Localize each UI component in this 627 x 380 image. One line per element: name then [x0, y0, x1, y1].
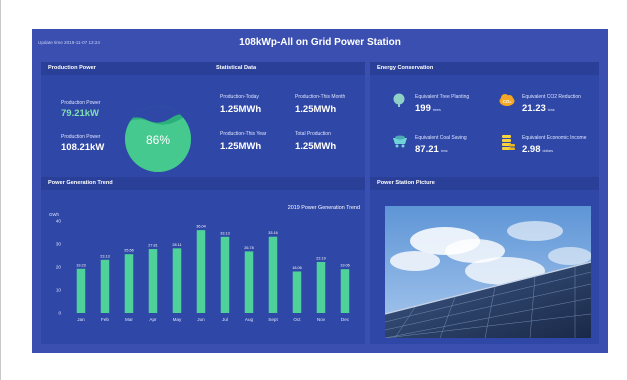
y-tick-label: 10	[56, 288, 62, 293]
bar-data-label: 23.13	[100, 254, 110, 258]
bar-data-label: 25.56	[124, 249, 134, 253]
bar-data-label: 19.23	[76, 263, 86, 267]
bar	[316, 261, 326, 313]
bar-data-label: 27.81	[148, 244, 158, 248]
card-title: Production Power	[48, 65, 96, 71]
page-edge-line	[0, 0, 1, 380]
x-tick-label: Jul	[222, 317, 228, 322]
production-capacity-label: Production Power	[61, 134, 101, 140]
bar	[268, 236, 278, 313]
y-tick-label: 40	[56, 219, 62, 224]
total-label: Total Production	[295, 131, 331, 137]
bar-data-label: 33.16	[268, 231, 278, 235]
card-header: Power Station Picture	[370, 177, 599, 190]
energy-item-label: Equivalent Tree Planting	[415, 94, 470, 100]
production-capacity-value: 108.21kW	[61, 142, 105, 153]
gauge-percent: 86%	[146, 133, 170, 147]
y-tick-label: 30	[56, 242, 62, 247]
x-tick-label: Dec	[341, 317, 350, 322]
page-title: 108kWp-All on Grid Power Station	[239, 37, 401, 48]
card-title: Energy Conservation	[377, 65, 434, 71]
energy-item-value: 21.23 tons	[522, 103, 555, 114]
x-tick-label: May	[173, 317, 182, 322]
coal-cart-icon	[393, 135, 407, 148]
total-value: 1.25MWh	[295, 141, 337, 152]
energy-item-value: 199 trees	[415, 103, 441, 114]
y-tick-label: 0	[58, 311, 61, 316]
energy-item-value: 87.21 tons	[415, 144, 448, 155]
card-header: Energy Conservation	[370, 62, 599, 75]
chart-title: 2019 Power Generation Trend	[288, 205, 360, 211]
power-trend-chart: 2019 Power Generation Trend GWh 0 10 20 30 4…	[49, 205, 360, 322]
x-tick-label: Jun	[197, 317, 205, 322]
bar-data-label: 22.19	[316, 256, 326, 260]
bar-data-label: 19.06	[340, 264, 350, 268]
bar	[340, 269, 350, 313]
energy-item-value: 2.98 dollars	[522, 144, 554, 155]
energy-item-label: Equivalent Economic Income	[522, 135, 587, 141]
x-tick-label: Sept	[268, 317, 278, 322]
bar-data-label: 18.06	[292, 266, 302, 270]
x-tick-label: Aug	[245, 317, 254, 322]
x-tick-label: Mar	[125, 317, 133, 322]
bar	[244, 251, 254, 313]
x-tick-label: Oct	[293, 317, 301, 322]
today-value: 1.25MWh	[220, 104, 262, 115]
coins-icon	[502, 135, 515, 150]
bar	[100, 259, 110, 313]
card-header: Production Power	[41, 62, 234, 75]
y-tick-label: 20	[56, 265, 62, 270]
card-title: Statistical Data	[216, 65, 257, 71]
bar	[172, 248, 182, 313]
bar	[76, 268, 86, 313]
co2-cloud-icon: CO₂	[499, 94, 515, 106]
production-power-value: 79.21kW	[61, 108, 100, 119]
bar-data-label: 36.04	[196, 225, 206, 229]
bar	[220, 236, 230, 313]
production-power-label: Production Power	[61, 100, 101, 106]
power-gauge: 86%	[125, 106, 191, 172]
dashboard: Update time 2019-11-07 13:24 108kWp-All …	[32, 29, 608, 353]
bar	[148, 249, 158, 313]
svg-text:CO₂: CO₂	[503, 99, 512, 104]
x-tick-label: Nov	[317, 317, 326, 322]
energy-item-label: Equivalent Coal Saving	[415, 135, 467, 141]
bar-data-label: 26.78	[244, 246, 254, 250]
bar	[292, 271, 302, 313]
card-header: Statistical Data	[209, 62, 365, 75]
bar	[124, 254, 134, 313]
x-tick-label: Feb	[101, 317, 109, 322]
energy-item-label: Equivalent CO2 Reduction	[522, 94, 581, 100]
year-value: 1.25MWh	[220, 141, 262, 152]
card-title: Power Station Picture	[377, 180, 435, 186]
month-value: 1.25MWh	[295, 104, 337, 115]
power-trend-card: Power Generation Trend 2019 Power Genera…	[41, 177, 365, 344]
bar-data-label: 28.11	[172, 243, 181, 247]
solar-panel-photo	[385, 206, 591, 338]
station-picture-card: Power Station Picture	[370, 177, 599, 344]
month-label: Production-This Month	[295, 94, 346, 100]
chart-y-axis-label: GWh	[49, 212, 60, 217]
x-tick-label: Jan	[77, 317, 85, 322]
bar	[196, 230, 206, 313]
bar-data-label: 33.13	[220, 231, 230, 235]
x-tick-label: Apr	[149, 317, 157, 322]
year-label: Production-This Year	[220, 131, 267, 137]
today-label: Production-Today	[220, 94, 259, 100]
tree-icon	[393, 93, 405, 107]
